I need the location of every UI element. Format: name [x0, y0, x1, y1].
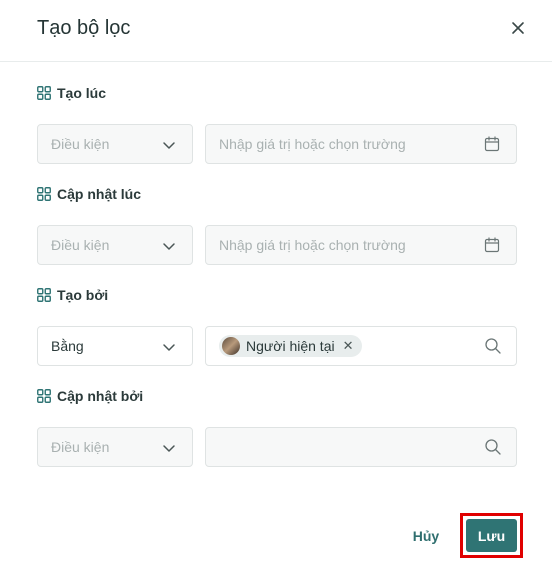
condition-select-created-by[interactable]: Bằng [37, 326, 193, 366]
condition-select-updated-at[interactable]: Điều kiện [37, 225, 193, 265]
calendar-icon[interactable] [484, 237, 500, 253]
filter-label-text: Tạo bởi [57, 287, 109, 303]
condition-value: Bằng [51, 338, 84, 354]
search-icon[interactable] [484, 438, 502, 456]
value-placeholder: Nhập giá trị hoặc chọn trường [219, 237, 406, 253]
value-placeholder: Nhập giá trị hoặc chọn trường [219, 136, 406, 152]
value-input-created-at[interactable]: Nhập giá trị hoặc chọn trường [205, 124, 517, 164]
save-button[interactable]: Lưu [466, 519, 517, 552]
condition-placeholder: Điều kiện [51, 439, 110, 455]
chip-label: Người hiện tại [246, 338, 335, 354]
value-input-updated-by[interactable] [205, 427, 517, 467]
condition-placeholder: Điều kiện [51, 237, 110, 253]
dialog-header: Tạo bộ lọc [0, 0, 552, 62]
filter-label-updated-by: Cập nhật bởi [37, 386, 143, 406]
value-input-created-by[interactable]: Người hiện tại ✕ [205, 326, 517, 366]
user-chip: Người hiện tại ✕ [219, 335, 362, 357]
save-button-highlight: Lưu [460, 513, 523, 558]
grid-icon [37, 389, 51, 403]
chevron-down-icon [163, 445, 175, 452]
cancel-button[interactable]: Hủy [408, 524, 444, 548]
grid-icon [37, 86, 51, 100]
avatar [222, 337, 240, 355]
filter-label-text: Cập nhật lúc [57, 186, 142, 202]
chevron-down-icon [163, 243, 175, 250]
chevron-down-icon [163, 142, 175, 149]
grid-icon [37, 288, 51, 302]
chip-remove-icon[interactable]: ✕ [343, 338, 354, 354]
condition-select-updated-by[interactable]: Điều kiện [37, 427, 193, 467]
filter-label-text: Cập nhật bởi [57, 388, 144, 404]
filter-label-created-at: Tạo lúc [37, 83, 106, 103]
filter-label-created-by: Tạo bởi [37, 285, 108, 305]
chevron-down-icon [163, 344, 175, 351]
filter-label-text: Tạo lúc [57, 85, 107, 101]
value-input-updated-at[interactable]: Nhập giá trị hoặc chọn trường [205, 225, 517, 265]
close-icon[interactable] [508, 18, 528, 38]
condition-select-created-at[interactable]: Điều kiện [37, 124, 193, 164]
condition-placeholder: Điều kiện [51, 136, 110, 152]
create-filter-dialog: Tạo bộ lọc Tạo lúc Điều kiện Nhập giá tr… [0, 0, 552, 572]
search-icon[interactable] [484, 337, 502, 355]
dialog-title: Tạo bộ lọc [37, 17, 131, 39]
calendar-icon[interactable] [484, 136, 500, 152]
grid-icon [37, 187, 51, 201]
filter-label-updated-at: Cập nhật lúc [37, 184, 141, 204]
